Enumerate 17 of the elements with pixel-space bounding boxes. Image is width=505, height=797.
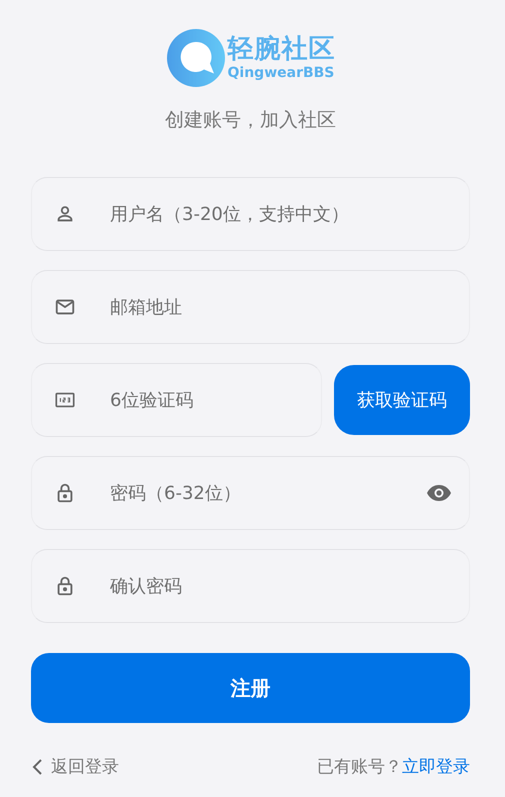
input-field[interactable]: 用户名（3-20位，支持中文） bbox=[31, 177, 470, 251]
logo-icon bbox=[166, 28, 226, 88]
login-link[interactable]: 立即登录 bbox=[402, 755, 470, 778]
back-to-login-link[interactable]: 返回登录 bbox=[31, 755, 119, 778]
eye-icon[interactable] bbox=[426, 484, 452, 502]
logo-subtitle: QingwearBBS bbox=[228, 64, 334, 82]
logo-title: 轻腕社区 bbox=[228, 34, 336, 64]
tagline: 创建账号，加入社区 bbox=[164, 108, 337, 133]
input-field[interactable]: 邮箱地址 bbox=[31, 270, 470, 344]
account-prompt: 已有账号？ bbox=[317, 756, 402, 778]
chevron-left-icon bbox=[31, 758, 43, 776]
back-to-login-label: 返回登录 bbox=[51, 756, 119, 778]
input-field[interactable]: 确认密码 bbox=[31, 549, 470, 623]
get-code-button[interactable]: 获取验证码 bbox=[334, 365, 470, 435]
input-field[interactable]: 6位验证码 bbox=[31, 363, 322, 437]
register-button[interactable]: 注册 bbox=[31, 653, 470, 723]
input-field[interactable]: 密码（6-32位） bbox=[31, 456, 470, 530]
